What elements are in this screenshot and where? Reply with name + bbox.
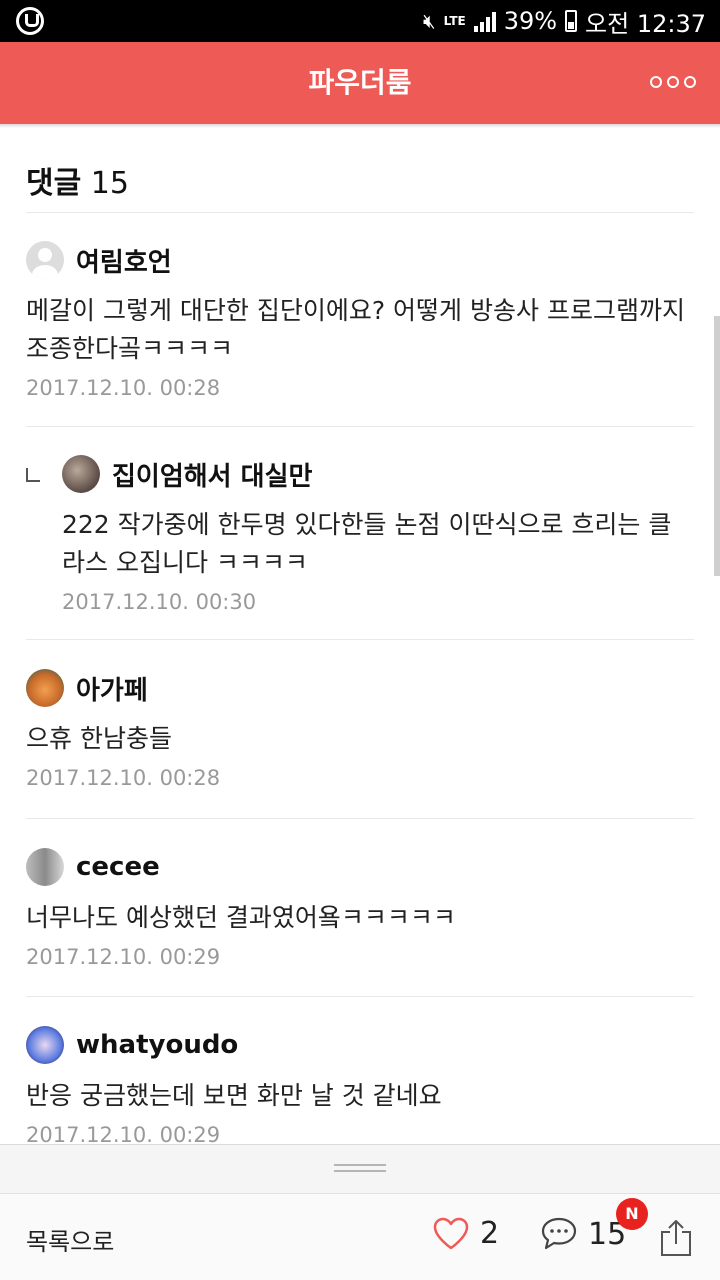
- comment-item[interactable]: 여림호언 메갈이 그렇게 대단한 집단이에요? 어떻게 방송사 프로그램까지 조…: [26, 240, 694, 400]
- divider: [26, 996, 694, 997]
- app-notification-icon: [16, 7, 44, 35]
- avatar[interactable]: [26, 848, 64, 886]
- reply-arrow-icon: [26, 468, 40, 482]
- comments-panel: 댓글 15 여림호언 메갈이 그렇게 대단한 집단이에요? 어떻게 방송사 프로…: [0, 128, 720, 1144]
- comment-text: 너무나도 예상했던 결과였어욬ㅋㅋㅋㅋㅋ: [26, 903, 456, 932]
- mute-icon: 🔇︎: [423, 9, 436, 33]
- comment-date: 2017.12.10. 00:28: [26, 376, 221, 400]
- comment-text: 메갈이 그렇게 대단한 집단이에요? 어떻게 방송사 프로그램까지 조종한다곸ㅋ…: [26, 296, 685, 363]
- battery-percent: 39%: [503, 7, 558, 35]
- drawer-handle-bar[interactable]: [0, 1144, 720, 1194]
- avatar[interactable]: [62, 455, 100, 493]
- heart-icon: [433, 1217, 469, 1249]
- app-screen: 🔇︎ LTE 39% 오전 12:37 파우더룸 댓글 15 여림호언 메갈이 …: [0, 0, 720, 1280]
- comment-text: 반응 궁금했는데 보면 화만 날 것 같네요: [26, 1081, 442, 1110]
- comments-header: 댓글 15: [26, 158, 129, 202]
- divider: [26, 212, 694, 213]
- comment-date: 2017.12.10. 00:29: [26, 1123, 221, 1144]
- speech-bubble-icon: [541, 1217, 577, 1250]
- comments-label: 댓글: [26, 166, 82, 201]
- avatar[interactable]: [26, 669, 64, 707]
- more-options-icon[interactable]: [650, 76, 696, 88]
- battery-icon: [565, 10, 578, 32]
- comment-text: 222 작가중에 한두명 있다한들 논점 이딴식으로 흐리는 클라스 오집니다 …: [62, 510, 672, 577]
- divider: [26, 426, 694, 427]
- comment-header: 여림호언: [26, 240, 694, 280]
- comment-date: 2017.12.10. 00:28: [26, 766, 221, 790]
- comment-item[interactable]: whatyoudo 반응 궁금했는데 보면 화만 날 것 같네요 2017.12…: [26, 1025, 694, 1144]
- new-badge: N: [616, 1198, 648, 1230]
- avatar[interactable]: [26, 1026, 64, 1064]
- title-bar: 파우더룸: [0, 42, 720, 124]
- comment-header: 아가페: [26, 668, 694, 708]
- comment-header: whatyoudo: [26, 1025, 694, 1065]
- bottom-action-bar: 목록으로 2 15 N: [0, 1194, 720, 1280]
- comment-author[interactable]: 집이엄해서 대실만: [112, 456, 312, 493]
- back-to-list-button[interactable]: 목록으로: [26, 1222, 114, 1257]
- network-type: LTE: [443, 14, 466, 28]
- reply-item[interactable]: 집이엄해서 대실만 222 작가중에 한두명 있다한들 논점 이딴식으로 흐리는…: [26, 454, 694, 614]
- comment-author[interactable]: 여림호언: [76, 242, 172, 279]
- divider: [26, 639, 694, 640]
- like-button[interactable]: 2: [432, 1216, 499, 1251]
- comment-text: 으휴 한남충들: [26, 724, 172, 753]
- divider: [26, 818, 694, 819]
- comment-header: cecee: [26, 847, 694, 887]
- drag-handle-icon[interactable]: [334, 1164, 386, 1174]
- scrollbar[interactable]: [714, 316, 720, 576]
- like-count: 2: [480, 1216, 500, 1251]
- comment-date: 2017.12.10. 00:29: [26, 945, 221, 969]
- default-avatar-icon[interactable]: [26, 241, 64, 279]
- comment-item[interactable]: 아가페 으휴 한남충들 2017.12.10. 00:28: [26, 668, 694, 790]
- comment-author[interactable]: 아가페: [76, 670, 148, 707]
- comment-date: 2017.12.10. 00:30: [62, 590, 257, 614]
- comment-author[interactable]: whatyoudo: [76, 1030, 238, 1060]
- status-indicators: 🔇︎ LTE 39% 오전 12:37: [423, 6, 706, 38]
- comment-header: 집이엄해서 대실만: [62, 454, 694, 494]
- comment-button[interactable]: 15: [540, 1216, 626, 1252]
- status-bar: 🔇︎ LTE 39% 오전 12:37: [0, 0, 720, 42]
- share-icon[interactable]: [658, 1218, 694, 1258]
- clock: 오전 12:37: [585, 9, 706, 38]
- comments-count: 15: [90, 166, 129, 201]
- signal-icon: [473, 10, 496, 32]
- comment-author[interactable]: cecee: [76, 852, 160, 882]
- comment-item[interactable]: cecee 너무나도 예상했던 결과였어욬ㅋㅋㅋㅋㅋ 2017.12.10. 0…: [26, 847, 694, 969]
- page-title: 파우더룸: [308, 66, 412, 99]
